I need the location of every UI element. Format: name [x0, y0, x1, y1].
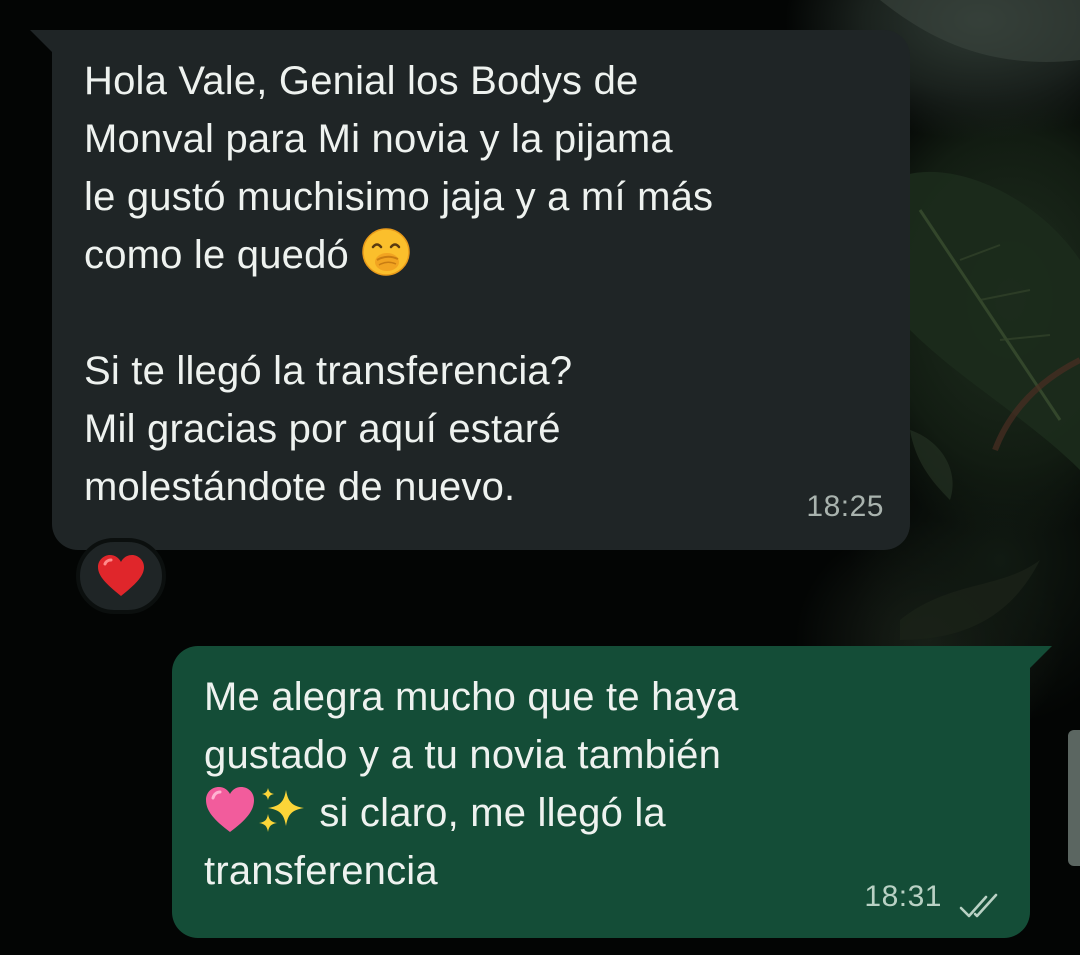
sparkles-icon [259, 788, 304, 832]
scrollbar-thumb[interactable] [1068, 730, 1080, 866]
outgoing-message-text: Me alegra mucho que te haya gustado y a … [204, 668, 998, 900]
pink-heart-icon [206, 787, 254, 832]
chat-messages-area[interactable]: Hola Vale, Genial los Bodys de Monval pa… [0, 0, 1080, 955]
red-heart-icon [98, 555, 144, 596]
incoming-bubble-tail [30, 30, 52, 52]
incoming-message-text: Hola Vale, Genial los Bodys de Monval pa… [84, 52, 878, 516]
incoming-message-timestamp: 18:25 [806, 490, 884, 523]
incoming-message-bubble[interactable]: Hola Vale, Genial los Bodys de Monval pa… [52, 30, 910, 550]
outgoing-bubble-tail [1030, 646, 1052, 668]
outgoing-message-text-part1: Me alegra mucho que te haya gustado y a … [204, 675, 739, 777]
double-check-read-icon [959, 893, 998, 918]
face-with-hand-over-mouth-icon [362, 228, 411, 276]
message-reaction[interactable] [76, 538, 166, 614]
outgoing-message-bubble[interactable]: Me alegra mucho que te haya gustado y a … [172, 646, 1030, 938]
outgoing-message-timestamp: 18:31 [864, 880, 942, 913]
incoming-message-text-part2: Si te llegó la transferencia? Mil gracia… [84, 349, 573, 509]
